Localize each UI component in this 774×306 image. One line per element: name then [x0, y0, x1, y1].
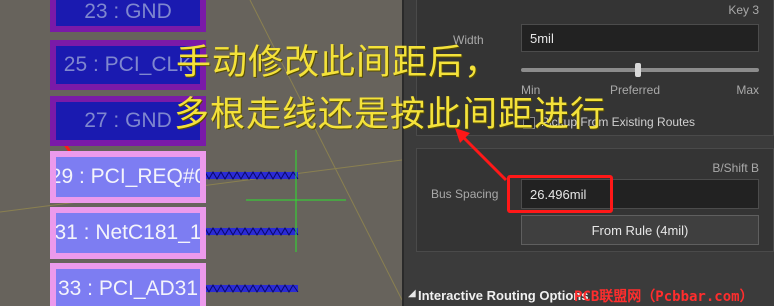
pad-label: 25 : PCI_CLK [63, 53, 193, 76]
shortcut-label: B/Shift B [712, 161, 759, 175]
annotation-line-1: 手动修改此间距后， [176, 43, 501, 82]
crosshair-cursor [246, 150, 346, 252]
slider-preferred-label: Preferred [610, 83, 661, 97]
bus-spacing-label: Bus Spacing [431, 187, 499, 201]
collapse-arrow-icon[interactable]: ◢ [408, 288, 416, 299]
trace-29[interactable] [204, 170, 299, 181]
trace-33[interactable] [204, 283, 299, 294]
pad-label: 29 : PCI_REQ#0 [50, 165, 206, 188]
pad-label: 27 : GND [84, 109, 172, 132]
key-label: Key 3 [728, 3, 759, 17]
section-interactive-routing-options[interactable]: Interactive Routing Options [418, 288, 588, 303]
pad-29[interactable]: 29 : PCI_REQ#0 [50, 151, 206, 203]
pad-label: 23 : GND [84, 0, 172, 23]
pad-label: 33 : PCI_AD31 [57, 277, 199, 300]
pad-33[interactable]: 33 : PCI_AD31 [50, 263, 206, 306]
from-rule-button[interactable]: From Rule (4mil) [521, 215, 759, 245]
trace-31[interactable] [204, 226, 299, 237]
width-field[interactable]: 5mil [521, 24, 759, 52]
highlight-box [507, 175, 613, 213]
pad-label: 31 : NetC181_1 [54, 221, 202, 244]
pad-23[interactable]: 23 : GND [50, 0, 206, 32]
pad-31[interactable]: 31 : NetC181_1 [50, 207, 206, 259]
width-slider-thumb[interactable] [635, 63, 641, 77]
slider-max-label: Max [736, 83, 759, 97]
annotation-line-2: 多根走线还是按此间距进行 [174, 95, 607, 134]
watermark: PCB联盟网（Pcbbar.com） [574, 289, 754, 305]
